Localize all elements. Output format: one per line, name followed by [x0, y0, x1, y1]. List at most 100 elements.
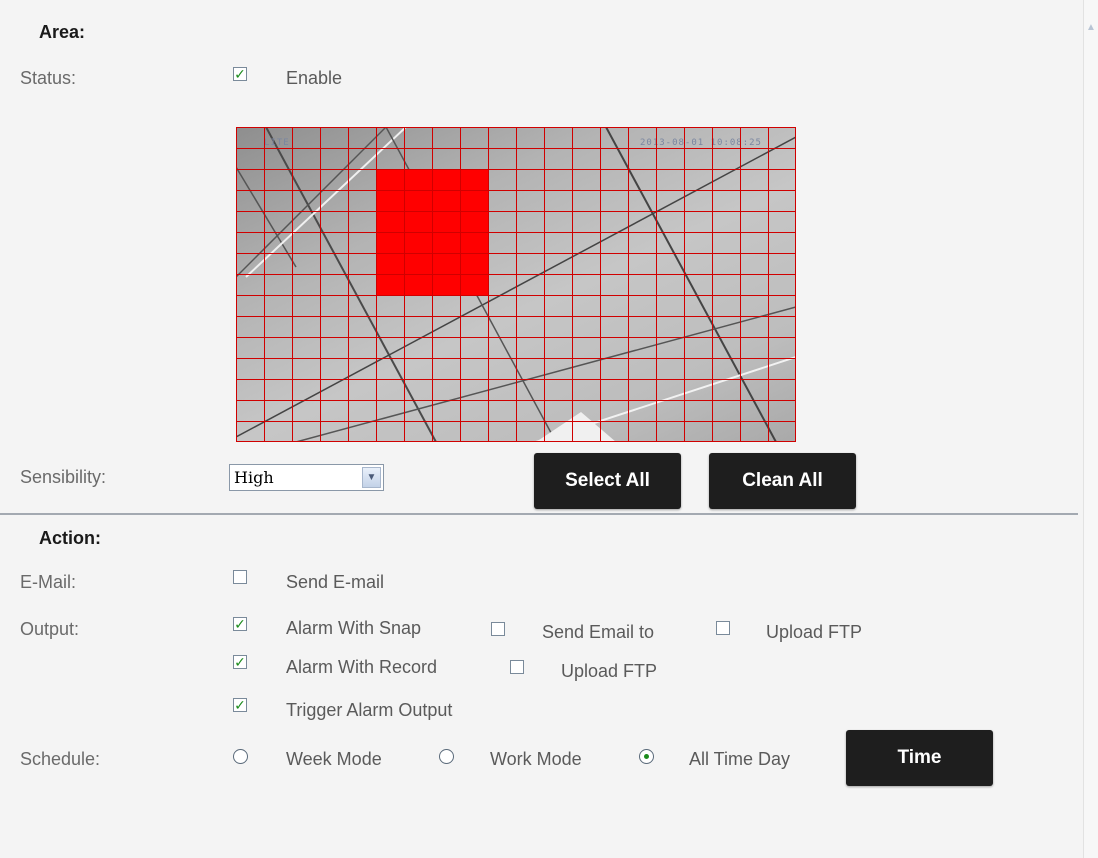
grid-cell[interactable]	[768, 169, 796, 190]
grid-cell[interactable]	[376, 421, 404, 442]
grid-cell[interactable]	[320, 337, 348, 358]
grid-cell[interactable]	[348, 337, 376, 358]
grid-cell[interactable]	[600, 316, 628, 337]
grid-cell[interactable]	[320, 379, 348, 400]
grid-cell[interactable]	[460, 316, 488, 337]
grid-cell[interactable]	[432, 379, 460, 400]
grid-cell[interactable]	[712, 253, 740, 274]
grid-cell[interactable]	[432, 211, 460, 232]
grid-cell[interactable]	[320, 253, 348, 274]
grid-cell[interactable]	[348, 379, 376, 400]
grid-cell[interactable]	[264, 253, 292, 274]
grid-cell[interactable]	[236, 379, 264, 400]
grid-cell[interactable]	[656, 316, 684, 337]
grid-cell[interactable]	[740, 169, 768, 190]
grid-cell[interactable]	[320, 358, 348, 379]
grid-cell[interactable]	[404, 295, 432, 316]
grid-cell[interactable]	[236, 169, 264, 190]
grid-cell[interactable]	[376, 400, 404, 421]
grid-cell[interactable]	[432, 358, 460, 379]
grid-cell[interactable]	[432, 148, 460, 169]
grid-cell[interactable]	[712, 421, 740, 442]
grid-cell[interactable]	[404, 211, 432, 232]
grid-cell[interactable]	[572, 400, 600, 421]
grid-cell[interactable]	[292, 295, 320, 316]
grid-cell[interactable]	[460, 190, 488, 211]
grid-cell[interactable]	[656, 127, 684, 148]
grid-cell[interactable]	[460, 337, 488, 358]
grid-cell[interactable]	[292, 274, 320, 295]
send-email-to-checkbox[interactable]	[491, 622, 505, 636]
grid-cell[interactable]	[264, 379, 292, 400]
grid-cell[interactable]	[628, 127, 656, 148]
grid-cell[interactable]	[292, 379, 320, 400]
grid-cell[interactable]	[768, 274, 796, 295]
send-email-checkbox[interactable]	[233, 570, 247, 584]
vertical-scrollbar[interactable]: ▲	[1083, 0, 1098, 858]
grid-cell[interactable]	[600, 295, 628, 316]
grid-cell[interactable]	[656, 211, 684, 232]
grid-cell[interactable]	[404, 400, 432, 421]
grid-cell[interactable]	[516, 148, 544, 169]
grid-cell[interactable]	[404, 379, 432, 400]
grid-cell[interactable]	[292, 316, 320, 337]
grid-cell[interactable]	[684, 358, 712, 379]
grid-cell[interactable]	[348, 169, 376, 190]
grid-cell[interactable]	[236, 400, 264, 421]
grid-cell[interactable]	[320, 316, 348, 337]
grid-cell[interactable]	[348, 316, 376, 337]
grid-cell[interactable]	[264, 211, 292, 232]
scroll-up-arrow-icon[interactable]: ▲	[1086, 22, 1096, 34]
grid-cell[interactable]	[348, 190, 376, 211]
grid-cell[interactable]	[488, 337, 516, 358]
grid-cell[interactable]	[264, 295, 292, 316]
grid-cell[interactable]	[236, 127, 264, 148]
grid-cell[interactable]	[628, 400, 656, 421]
grid-cell[interactable]	[768, 421, 796, 442]
grid-cell[interactable]	[376, 379, 404, 400]
grid-cell[interactable]	[488, 169, 516, 190]
grid-cell[interactable]	[572, 421, 600, 442]
grid-cell[interactable]	[432, 253, 460, 274]
grid-cell[interactable]	[740, 190, 768, 211]
grid-cell[interactable]	[348, 148, 376, 169]
grid-cell[interactable]	[488, 127, 516, 148]
grid-cell[interactable]	[376, 274, 404, 295]
grid-cell[interactable]	[684, 316, 712, 337]
grid-cell[interactable]	[404, 274, 432, 295]
grid-cell[interactable]	[740, 232, 768, 253]
motion-grid[interactable]	[236, 127, 796, 442]
grid-cell[interactable]	[712, 127, 740, 148]
grid-cell[interactable]	[516, 127, 544, 148]
grid-cell[interactable]	[292, 253, 320, 274]
grid-cell[interactable]	[432, 169, 460, 190]
grid-cell[interactable]	[544, 274, 572, 295]
grid-cell[interactable]	[600, 337, 628, 358]
grid-cell[interactable]	[740, 358, 768, 379]
grid-cell[interactable]	[460, 127, 488, 148]
grid-cell[interactable]	[488, 253, 516, 274]
grid-cell[interactable]	[488, 232, 516, 253]
grid-cell[interactable]	[320, 127, 348, 148]
grid-cell[interactable]	[572, 169, 600, 190]
grid-cell[interactable]	[628, 232, 656, 253]
grid-cell[interactable]	[516, 337, 544, 358]
grid-cell[interactable]	[264, 169, 292, 190]
grid-cell[interactable]	[264, 232, 292, 253]
grid-cell[interactable]	[292, 232, 320, 253]
grid-cell[interactable]	[600, 253, 628, 274]
grid-cell[interactable]	[516, 316, 544, 337]
grid-cell[interactable]	[432, 127, 460, 148]
grid-cell[interactable]	[684, 190, 712, 211]
grid-cell[interactable]	[432, 190, 460, 211]
grid-cell[interactable]	[516, 253, 544, 274]
grid-cell[interactable]	[376, 232, 404, 253]
grid-cell[interactable]	[740, 337, 768, 358]
time-button[interactable]: Time	[846, 730, 993, 786]
grid-cell[interactable]	[236, 358, 264, 379]
grid-cell[interactable]	[768, 232, 796, 253]
grid-cell[interactable]	[544, 190, 572, 211]
grid-cell[interactable]	[712, 169, 740, 190]
grid-cell[interactable]	[544, 148, 572, 169]
grid-cell[interactable]	[320, 169, 348, 190]
